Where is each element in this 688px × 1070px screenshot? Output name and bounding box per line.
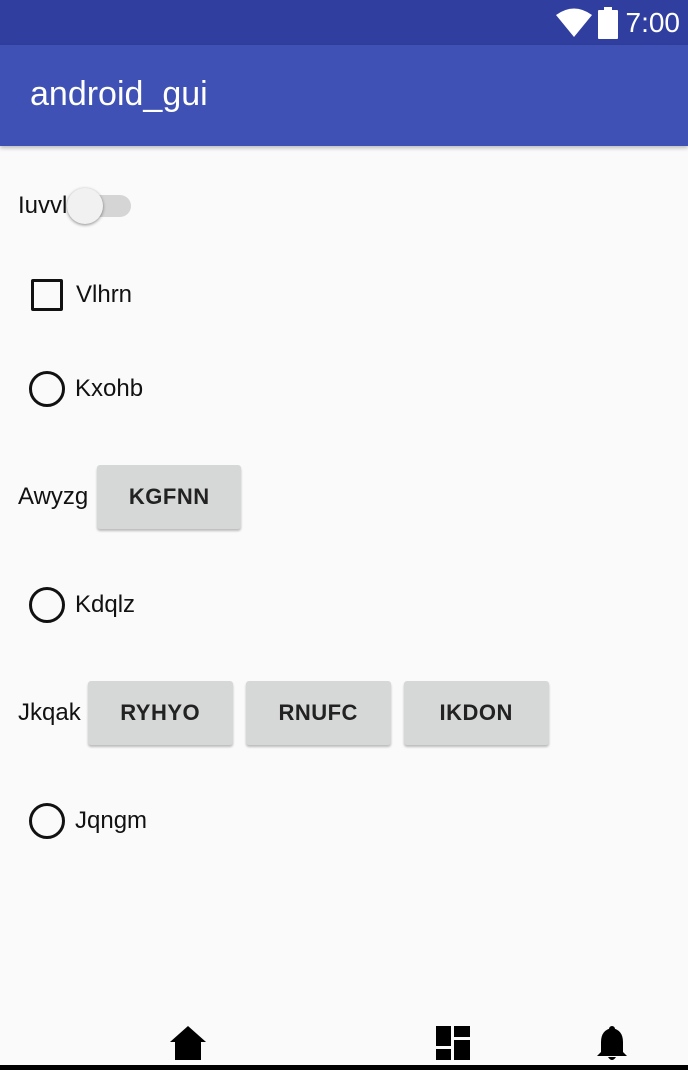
status-icons: 7:00: [555, 0, 681, 45]
radio-row-kxohb[interactable]: Kxohb: [29, 370, 143, 408]
app-bar: android_gui: [0, 45, 688, 146]
switch-thumb: [67, 188, 104, 224]
status-time: 7:00: [625, 6, 681, 38]
radio-button[interactable]: [29, 587, 65, 623]
radio-button[interactable]: [29, 371, 65, 407]
radio-label: Kxohb: [75, 375, 144, 402]
button-row-label: Jkqak: [18, 699, 81, 726]
screen: 7:00 android_gui Iuvvl Vlhrn Kxohb Awyzg: [0, 0, 688, 1070]
switch-label: Iuvvl: [18, 192, 68, 219]
navigation-bar-edge: [0, 1065, 688, 1070]
toggle-switch[interactable]: [67, 186, 133, 226]
app-title: android_gui: [30, 75, 208, 113]
checkbox-label: Vlhrn: [76, 281, 133, 308]
radio-row-kdqlz[interactable]: Kdqlz: [29, 586, 135, 624]
button-row-awyzg: Awyzg KGFNN: [18, 464, 242, 530]
dashboard-icon[interactable]: [436, 1026, 470, 1065]
home-icon[interactable]: [170, 1026, 206, 1065]
button-row-jkqak: Jkqak RYHYO RNUFC IKDON: [18, 680, 549, 746]
rnufc-button[interactable]: RNUFC: [245, 681, 391, 745]
status-bar: 7:00: [0, 0, 688, 45]
battery-icon: [597, 6, 618, 39]
radio-label: Kdqlz: [75, 591, 136, 618]
wifi-icon: [555, 8, 592, 38]
checkbox[interactable]: [31, 279, 63, 311]
switch-row: Iuvvl: [18, 186, 133, 226]
main-content: Iuvvl Vlhrn Kxohb Awyzg KGFNN Kdqlz Jkqa…: [0, 146, 688, 1026]
ikdon-button[interactable]: IKDON: [403, 681, 549, 745]
button-row-label: Awyzg: [18, 483, 89, 510]
kgfnn-button[interactable]: KGFNN: [97, 465, 242, 529]
notifications-icon[interactable]: [597, 1026, 627, 1067]
checkbox-row[interactable]: Vlhrn: [31, 278, 132, 312]
radio-button[interactable]: [29, 803, 65, 839]
radio-label: Jqngm: [75, 807, 148, 834]
ryhyo-button[interactable]: RYHYO: [87, 681, 233, 745]
radio-row-jqngm[interactable]: Jqngm: [29, 802, 147, 840]
